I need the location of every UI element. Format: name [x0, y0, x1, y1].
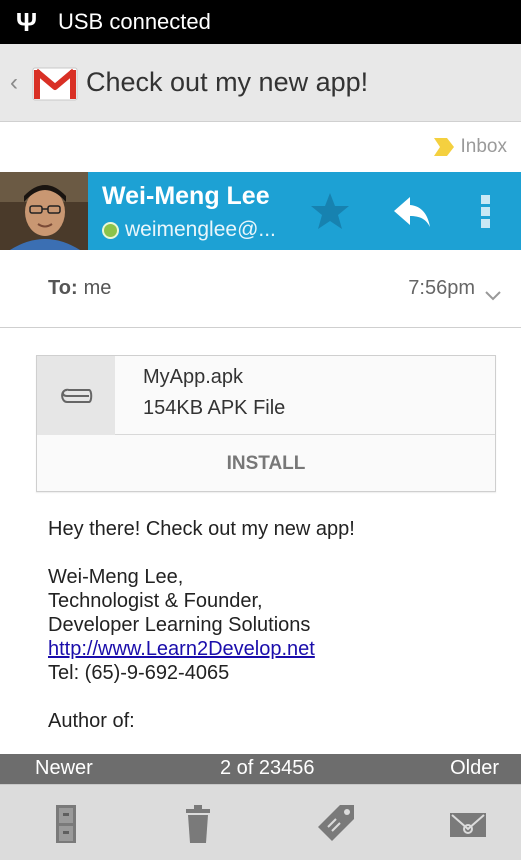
paperclip-icon — [37, 356, 115, 435]
website-link[interactable]: http://www.Learn2Develop.net — [48, 637, 508, 661]
attachment-name: MyApp.apk — [143, 366, 244, 388]
to-label: To: — [48, 277, 78, 299]
delete-icon[interactable] — [178, 803, 218, 845]
signature-line: Technologist & Founder, — [48, 590, 263, 612]
conversation-position: 2 of 23456 — [220, 757, 315, 779]
phone-number: Tel: (65)-9-692-4065 — [48, 662, 230, 684]
older-button[interactable]: Older — [450, 757, 499, 780]
time-text: 7:56pm — [408, 277, 475, 299]
chevron-down-icon[interactable] — [485, 284, 501, 300]
gmail-icon[interactable] — [30, 60, 80, 106]
attachment-card[interactable]: MyApp.apk 154KB APK File INSTALL — [36, 355, 496, 492]
signature-line: Developer Learning Solutions — [48, 614, 311, 636]
label-inbox[interactable]: Inbox — [461, 136, 507, 158]
sender-email-row: weimenglee@... — [102, 218, 276, 242]
page-title: Check out my new app! — [86, 67, 369, 97]
message-body: Hey there! Check out my new app! Wei-Men… — [48, 517, 508, 733]
label-row: Inbox — [0, 122, 521, 172]
author-of-text: Author of: — [48, 710, 135, 732]
overflow-menu-icon[interactable] — [476, 189, 496, 233]
mark-unread-icon[interactable] — [448, 803, 488, 845]
message-time[interactable]: 7:56pm — [408, 277, 501, 300]
status-bar: Ψ USB connected — [0, 0, 521, 44]
chevron-left-icon[interactable]: ‹ — [10, 69, 24, 97]
attachment-size: 154KB APK File — [143, 397, 286, 419]
sender-info[interactable]: Wei-Meng Lee weimenglee@... — [88, 172, 521, 250]
labels-icon[interactable] — [316, 803, 356, 845]
attachment-text: MyApp.apk 154KB APK File — [115, 356, 285, 434]
recipient-row[interactable]: To: me 7:56pm — [0, 250, 521, 328]
reply-icon[interactable] — [390, 189, 434, 233]
bottom-toolbar — [0, 784, 521, 860]
message-greeting: Hey there! Check out my new app! — [48, 518, 355, 540]
presence-indicator — [102, 221, 119, 239]
label-tag-icon — [433, 137, 455, 157]
attachment-info[interactable]: MyApp.apk 154KB APK File — [37, 356, 495, 435]
to-value: me — [83, 277, 112, 299]
signature-line: Wei-Meng Lee, — [48, 566, 184, 588]
sender-name: Wei-Meng Lee — [102, 182, 270, 210]
avatar[interactable] — [0, 172, 88, 250]
newer-button[interactable]: Newer — [35, 757, 93, 780]
star-icon[interactable] — [308, 189, 352, 233]
status-text: USB connected — [58, 9, 211, 34]
conversation-nav-bar: Newer 2 of 23456 Older — [0, 754, 521, 784]
action-bar: ‹ Check out my new app! — [0, 44, 521, 122]
archive-icon[interactable] — [46, 803, 86, 845]
sender-header: Wei-Meng Lee weimenglee@... — [0, 172, 521, 250]
usb-icon: Ψ — [16, 7, 38, 37]
sender-email: weimenglee@... — [125, 218, 276, 241]
install-button[interactable]: INSTALL — [37, 435, 495, 492]
